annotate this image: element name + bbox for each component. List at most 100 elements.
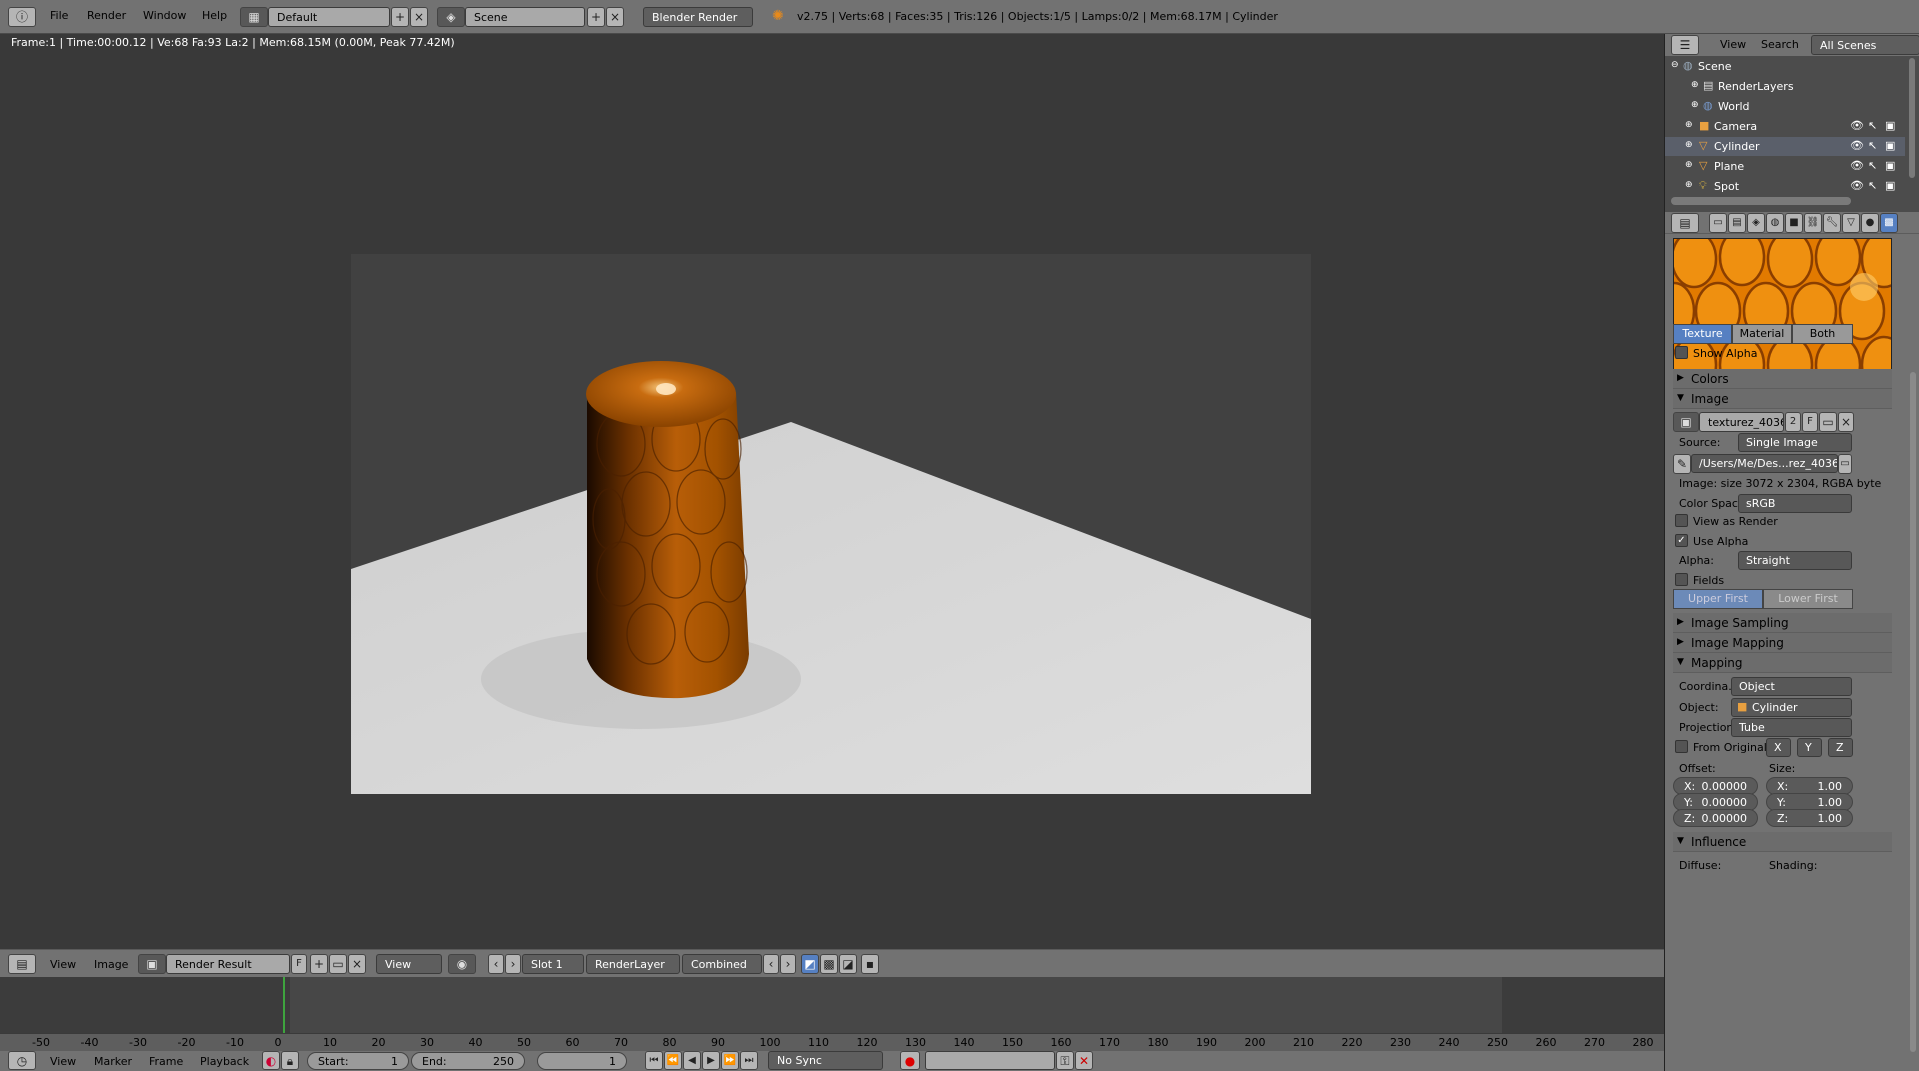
prev-pass-button[interactable]: ‹ (763, 954, 779, 974)
editor-type-icon[interactable]: ☰ (1671, 35, 1699, 55)
fields-checkbox[interactable] (1675, 573, 1688, 586)
offset-z-field[interactable]: Z: 0.00000 (1673, 809, 1758, 827)
tab-material[interactable]: Material (1732, 324, 1792, 344)
delete-keyframe-icon[interactable]: ✕ (1075, 1051, 1093, 1070)
editor-type-icon[interactable]: ▤ (1671, 213, 1699, 233)
jump-end-icon[interactable]: ⏭ (740, 1051, 758, 1070)
color-space-select[interactable]: sRGB (1738, 494, 1852, 513)
end-frame-field[interactable]: End: 250 (411, 1052, 525, 1070)
unlink-image-button[interactable]: × (348, 954, 366, 974)
axis-y-select[interactable]: Y (1797, 738, 1822, 757)
scene-tab-icon[interactable]: ◈ (1747, 213, 1765, 233)
prev-keyframe-icon[interactable]: ⏪ (664, 1051, 682, 1070)
object-field[interactable]: ■ Cylinder (1731, 698, 1852, 717)
image-fake-user-button[interactable]: F (1802, 412, 1818, 432)
tab-texture[interactable]: Texture (1673, 324, 1732, 344)
render-camera-icon[interactable]: ▣ (1885, 159, 1895, 172)
show-alpha-checkbox[interactable] (1675, 346, 1688, 359)
slot-select[interactable]: Slot 1 (522, 954, 584, 974)
menu-marker[interactable]: Marker (94, 1055, 132, 1068)
visibility-eye-icon[interactable]: 👁︎ (1850, 119, 1864, 132)
mapping-section-header[interactable]: ▼ Mapping (1673, 653, 1892, 673)
properties-v-scrollbar[interactable] (1910, 372, 1916, 1052)
menu-image[interactable]: Image (94, 958, 128, 971)
influence-section-header[interactable]: ▼ Influence (1673, 832, 1892, 852)
outliner-item-plane[interactable]: ⊕ ▽ Plane 👁︎ ↖ ▣ (1665, 157, 1905, 176)
image-editor-viewport[interactable]: Frame:1 | Time:00:00.12 | Ve:68 Fa:93 La… (0, 34, 1664, 949)
display-filter-select[interactable]: All Scenes (1811, 35, 1919, 55)
delete-scene-button[interactable]: × (606, 7, 624, 27)
tab-both[interactable]: Both (1792, 324, 1853, 344)
outliner-item-cylinder[interactable]: ⊕ ▽ Cylinder 👁︎ ↖ ▣ (1665, 137, 1905, 156)
layers-tab-icon[interactable]: ▤ (1728, 213, 1746, 233)
current-frame-line[interactable] (283, 977, 285, 1033)
outliner-h-scrollbar[interactable] (1671, 197, 1851, 205)
render-tab-icon[interactable]: ▭ (1709, 213, 1727, 233)
colors-section-header[interactable]: ▶ Colors (1673, 369, 1892, 389)
menu-frame[interactable]: Frame (149, 1055, 183, 1068)
prev-slot-button[interactable]: ‹ (488, 954, 504, 974)
add-layout-button[interactable]: + (391, 7, 409, 27)
lower-first-button[interactable]: Lower First (1763, 589, 1853, 609)
axis-z-select[interactable]: Z (1828, 738, 1853, 757)
visibility-eye-icon[interactable]: 👁︎ (1850, 159, 1864, 172)
editor-type-icon[interactable]: ◷ (8, 1051, 36, 1070)
use-alpha-checkbox[interactable]: ✓ (1675, 534, 1688, 547)
visibility-eye-icon[interactable]: 👁︎ (1850, 139, 1864, 152)
play-reverse-icon[interactable]: ◀ (683, 1051, 701, 1070)
browse-folder-icon[interactable]: ▭ (1838, 454, 1852, 474)
render-camera-icon[interactable]: ▣ (1885, 119, 1895, 132)
record-icon[interactable]: ● (900, 1051, 920, 1070)
editor-type-icon[interactable]: ▤ (8, 954, 36, 974)
add-scene-button[interactable]: + (587, 7, 605, 27)
constraints-tab-icon[interactable]: ⛓︎ (1804, 213, 1822, 233)
keying-set-field[interactable] (925, 1051, 1055, 1070)
projection-select[interactable]: Tube (1731, 718, 1852, 737)
world-tab-icon[interactable]: ◍ (1766, 213, 1784, 233)
timeline-area[interactable]: -50 -40 -30 -20 -10 0 10 20 30 40 50 60 70 80 90 100 110… (0, 977, 1664, 1051)
image-section-header[interactable]: ▼ Image (1673, 389, 1892, 409)
display-color-icon[interactable]: ◩ (801, 954, 819, 974)
scopes-icon[interactable]: ▪ (861, 954, 879, 974)
outliner-item-spot[interactable]: ⊕ 💡︎ Spot 👁︎ ↖ ▣ (1665, 177, 1905, 196)
coordinates-select[interactable]: Object (1731, 677, 1852, 696)
image-datablock-field[interactable]: texturez_4036.p... (1699, 412, 1784, 432)
object-tab-icon[interactable]: ■ (1785, 213, 1803, 233)
lock-icon[interactable]: 🔒︎ (281, 1051, 299, 1070)
fake-user-button[interactable]: F (291, 954, 307, 974)
play-icon[interactable]: ▶ (702, 1051, 720, 1070)
alpha-mode-select[interactable]: Straight (1738, 551, 1852, 570)
menu-help[interactable]: Help (202, 9, 227, 22)
menu-search[interactable]: Search (1761, 38, 1799, 51)
pivot-icon[interactable]: ◉ (448, 954, 476, 974)
render-camera-icon[interactable]: ▣ (1885, 179, 1895, 192)
menu-file[interactable]: File (50, 9, 68, 22)
outliner-item-world[interactable]: ⊕ ◍ World (1665, 97, 1905, 116)
outliner-item-renderlayers[interactable]: ⊕ ▤ RenderLayers (1665, 77, 1905, 96)
layout-icon[interactable]: ▦ (240, 7, 268, 27)
menu-view[interactable]: View (50, 1055, 76, 1068)
menu-playback[interactable]: Playback (200, 1055, 249, 1068)
source-select[interactable]: Single Image (1738, 433, 1852, 452)
outliner-item-scene[interactable]: ⊖ ◍ Scene (1665, 57, 1905, 76)
image-mapping-section-header[interactable]: ▶ Image Mapping (1673, 633, 1892, 653)
select-arrow-icon[interactable]: ↖ (1868, 159, 1877, 172)
upper-first-button[interactable]: Upper First (1673, 589, 1763, 609)
select-arrow-icon[interactable]: ↖ (1868, 179, 1877, 192)
sync-select[interactable]: No Sync (768, 1051, 883, 1070)
outliner-item-camera[interactable]: ⊕ ■ Camera 👁︎ ↖ ▣ (1665, 117, 1905, 136)
layout-select[interactable]: Default (268, 7, 390, 27)
menu-view[interactable]: View (50, 958, 76, 971)
insert-keyframe-icon[interactable]: ⚿ (1056, 1051, 1074, 1070)
render-camera-icon[interactable]: ▣ (1885, 139, 1895, 152)
select-arrow-icon[interactable]: ↖ (1868, 139, 1877, 152)
menu-render[interactable]: Render (87, 9, 126, 22)
from-original-checkbox[interactable] (1675, 740, 1688, 753)
menu-window[interactable]: Window (143, 9, 186, 22)
display-alpha-icon[interactable]: ▩ (820, 954, 838, 974)
editor-type-icon[interactable]: ⓘ (8, 7, 36, 27)
material-tab-icon[interactable]: ● (1861, 213, 1879, 233)
next-keyframe-icon[interactable]: ⏩ (721, 1051, 739, 1070)
next-pass-button[interactable]: › (780, 954, 796, 974)
scene-select[interactable]: Scene (465, 7, 585, 27)
